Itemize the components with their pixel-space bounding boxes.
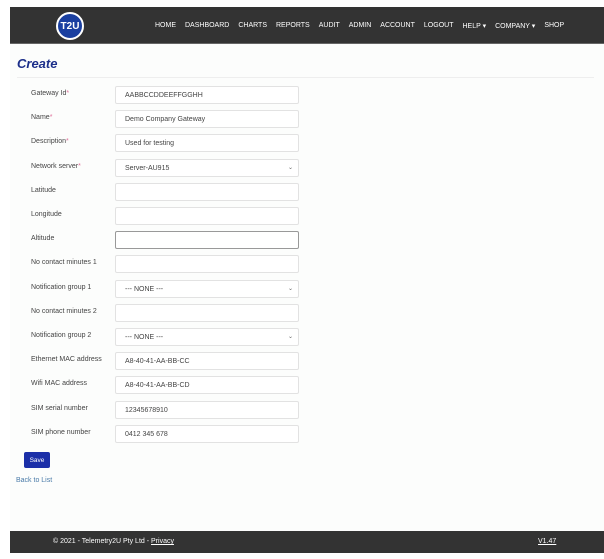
altitude-input[interactable] xyxy=(115,231,299,250)
nav-item-help[interactable]: HELP ▾ xyxy=(462,22,486,30)
sim-phone-number-input[interactable]: 0412 345 678 xyxy=(115,424,299,443)
nav-item-dashboard[interactable]: DASHBOARD xyxy=(185,22,229,29)
page-title: Create xyxy=(17,56,58,71)
notification-group-1-select[interactable]: --- NONE --- ⌄ xyxy=(115,279,299,298)
chevron-down-icon: ⌄ xyxy=(287,285,293,292)
nav-item-admin[interactable]: ADMIN xyxy=(349,22,372,29)
notification-group-2-select[interactable]: --- NONE --- ⌄ xyxy=(115,328,299,346)
form-row-latitude: Latitude xyxy=(31,182,301,201)
nav-item-home[interactable]: HOME xyxy=(155,22,176,29)
description-input[interactable]: Used for testing xyxy=(115,134,299,153)
nav-item-account[interactable]: ACCOUNT xyxy=(380,22,415,29)
wifi-mac-address-label: Wifi MAC address xyxy=(31,380,88,388)
footer: © 2021 - Telemetry2U Pty Ltd - Privacy V… xyxy=(10,531,604,553)
page: T2U HOME DASHBOARD CHARTS REPORTS AUDIT ADMIN… xyxy=(10,7,604,553)
ethernet-mac-address-input[interactable]: A8-40-41-AA-BB-CC xyxy=(115,352,299,371)
nav-item-audit[interactable]: AUDIT xyxy=(319,22,340,29)
form-row-sim-phone-number: SIM phone number 0412 345 678 xyxy=(31,424,301,443)
copyright-text: © 2021 - Telemetry2U Pty Ltd - xyxy=(53,538,152,545)
form-row-notification-group-2: Notification group 2 --- NONE --- ⌄ xyxy=(31,328,301,346)
nav-menu: HOME DASHBOARD CHARTS REPORTS AUDIT ADMIN ACCO… xyxy=(155,7,564,44)
divider xyxy=(17,77,594,78)
notification-group-2-label: Notification group 2 xyxy=(31,332,92,339)
form-row-wifi-mac-address: Wifi MAC address A8-40-41-AA-BB-CD xyxy=(31,376,301,395)
form-row-no-contact-minutes-2: No contact minutes 2 xyxy=(31,303,301,322)
ethernet-mac-address-label: Ethernet MAC address xyxy=(31,356,102,364)
required-marker: * xyxy=(66,90,70,97)
back-to-list-link[interactable]: Back to List xyxy=(16,477,52,484)
altitude-label: Altitude xyxy=(31,235,55,243)
form-row-no-contact-minutes-1: No contact minutes 1 xyxy=(31,255,301,274)
notification-group-1-label: Notification group 1 xyxy=(31,283,92,291)
nav-item-charts[interactable]: CHARTS xyxy=(238,22,267,29)
name-label: Name* xyxy=(31,114,53,122)
no-contact-minutes-2-input[interactable] xyxy=(115,303,299,322)
save-button[interactable]: Save xyxy=(24,452,50,468)
longitude-label: Longitude xyxy=(31,211,62,218)
required-marker: * xyxy=(66,138,69,146)
privacy-link[interactable]: Privacy xyxy=(151,538,174,545)
gateway-id-input[interactable]: AABBCCDDEEFFGGHH xyxy=(115,86,299,104)
form-row-altitude: Altitude xyxy=(31,231,301,250)
network-server-label: Network server* xyxy=(31,162,81,170)
name-input[interactable]: Demo Company Gateway xyxy=(115,110,299,129)
form-row-description: Description* Used for testing xyxy=(31,134,301,153)
nav-item-reports[interactable]: REPORTS xyxy=(276,22,310,29)
longitude-input[interactable] xyxy=(115,207,299,225)
form-row-gateway-id: Gateway Id* AABBCCDDEEFFGGHH xyxy=(31,86,301,104)
description-label: Description* xyxy=(31,138,69,146)
sim-phone-number-label: SIM phone number xyxy=(31,428,91,436)
required-marker: * xyxy=(78,162,81,170)
gateway-id-label: Gateway Id* xyxy=(31,90,70,97)
required-marker: * xyxy=(49,114,53,122)
navbar: T2U HOME DASHBOARD CHARTS REPORTS AUDIT ADMIN… xyxy=(10,7,604,44)
nav-item-company[interactable]: COMPANY ▾ xyxy=(495,22,535,30)
nav-item-logout[interactable]: LOGOUT xyxy=(424,22,454,29)
version-link[interactable]: V1.47 xyxy=(538,538,556,545)
no-contact-minutes-2-label: No contact minutes 2 xyxy=(31,307,97,315)
chevron-down-icon: ⌄ xyxy=(287,164,293,171)
latitude-label: Latitude xyxy=(31,186,56,194)
no-contact-minutes-1-input[interactable] xyxy=(115,255,299,274)
sim-serial-number-input[interactable]: 12345678910 xyxy=(115,400,299,419)
form-row-network-server: Network server* Server-AU915 ⌄ xyxy=(31,158,301,177)
form-row-ethernet-mac-address: Ethernet MAC address A8-40-41-AA-BB-CC xyxy=(31,352,301,371)
sim-serial-number-label: SIM serial number xyxy=(31,404,88,412)
chevron-down-icon: ⌄ xyxy=(287,334,293,340)
network-server-select[interactable]: Server-AU915 ⌄ xyxy=(115,158,299,177)
form-row-longitude: Longitude xyxy=(31,207,301,225)
latitude-input[interactable] xyxy=(115,182,299,201)
form-row-name: Name* Demo Company Gateway xyxy=(31,110,301,129)
no-contact-minutes-1-label: No contact minutes 1 xyxy=(31,259,97,267)
form-row-notification-group-1: Notification group 1 --- NONE --- ⌄ xyxy=(31,279,301,298)
logo[interactable]: T2U xyxy=(56,12,84,40)
wifi-mac-address-input[interactable]: A8-40-41-AA-BB-CD xyxy=(115,376,299,395)
nav-item-shop[interactable]: SHOP xyxy=(544,22,564,29)
form-row-sim-serial-number: SIM serial number 12345678910 xyxy=(31,400,301,419)
